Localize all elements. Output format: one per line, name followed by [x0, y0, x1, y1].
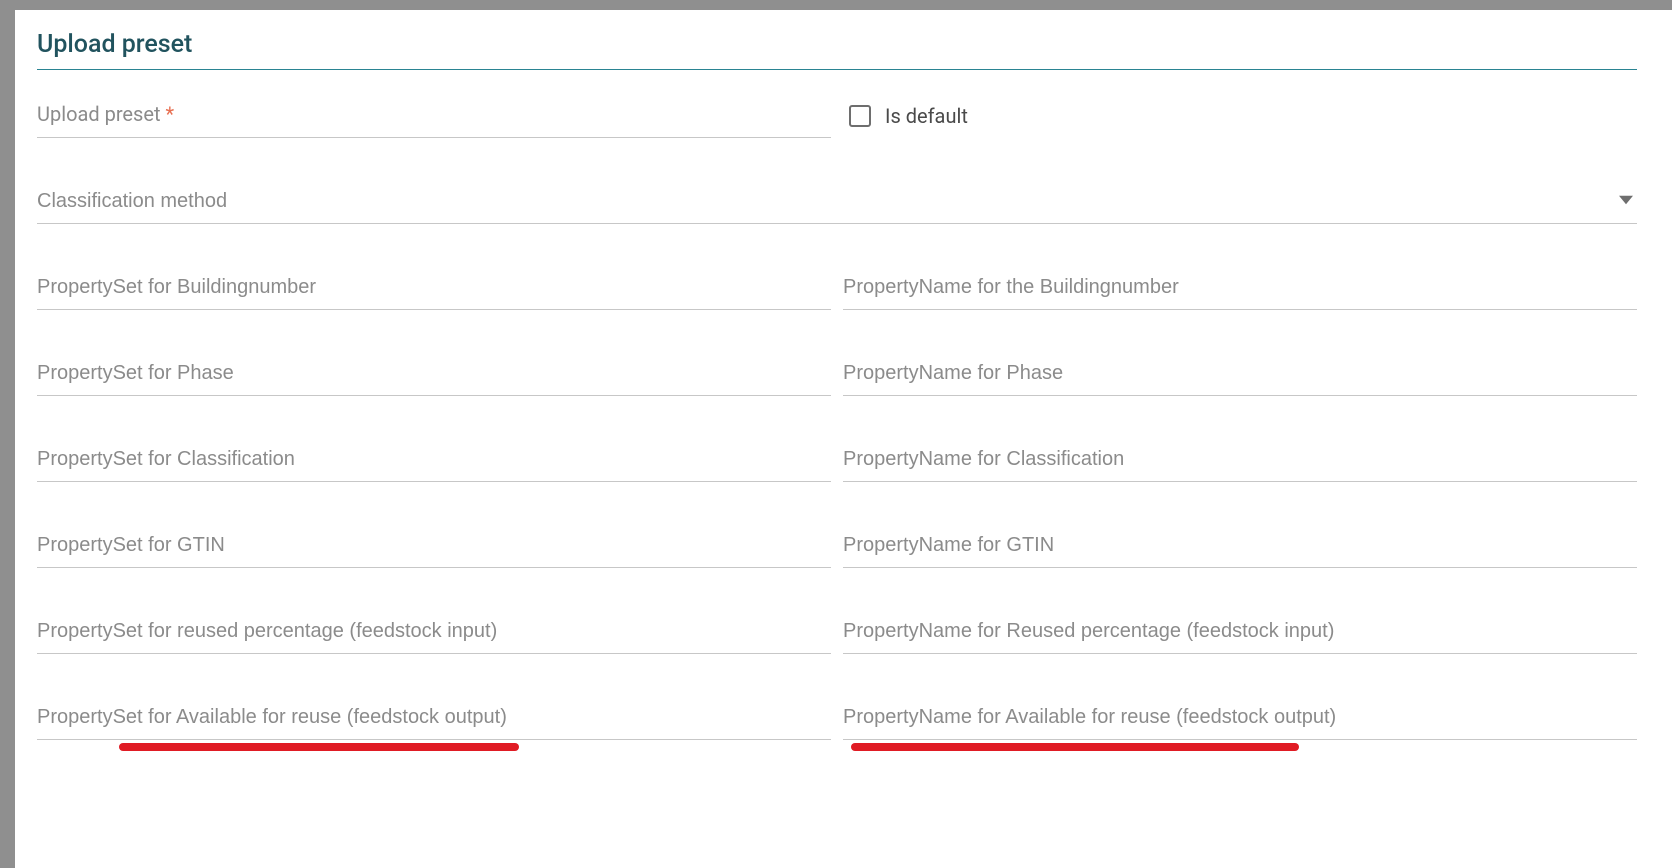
propertyset-gtin-input[interactable]	[37, 530, 831, 568]
annotation-underline-left	[119, 743, 519, 751]
row-classification-method	[37, 186, 1637, 224]
row-upload-preset: Upload preset * Is default	[37, 100, 1637, 138]
row-reused-percentage	[37, 616, 1637, 654]
is-default-checkbox[interactable]	[849, 105, 871, 127]
propertyset-buildingnumber-input[interactable]	[37, 272, 831, 310]
row-gtin	[37, 530, 1637, 568]
propertyname-reused-percentage-input[interactable]	[843, 616, 1637, 654]
propertyname-classification-input[interactable]	[843, 444, 1637, 482]
propertyname-phase-input[interactable]	[843, 358, 1637, 396]
classification-method-field	[37, 186, 1637, 224]
classification-method-select[interactable]	[37, 186, 1637, 224]
row-buildingnumber	[37, 272, 1637, 310]
propertyset-phase-input[interactable]	[37, 358, 831, 396]
propertyset-reused-percentage-input[interactable]	[37, 616, 831, 654]
is-default-label: Is default	[885, 104, 968, 128]
propertyset-classification-input[interactable]	[37, 444, 831, 482]
propertyname-gtin-input[interactable]	[843, 530, 1637, 568]
propertyset-available-for-reuse-input[interactable]	[37, 702, 831, 740]
row-available-for-reuse	[37, 702, 1637, 740]
upload-preset-dialog: Upload preset Upload preset * Is default	[15, 10, 1672, 868]
is-default-field: Is default	[843, 100, 1637, 128]
propertyname-available-for-reuse-input[interactable]	[843, 702, 1637, 740]
dialog-title: Upload preset	[37, 30, 1637, 70]
propertyname-buildingnumber-input[interactable]	[843, 272, 1637, 310]
annotation-underline-right	[851, 743, 1299, 751]
row-phase	[37, 358, 1637, 396]
form-body: Upload preset * Is default	[37, 100, 1637, 740]
upload-preset-input[interactable]	[37, 100, 831, 138]
upload-preset-field: Upload preset *	[37, 100, 831, 138]
row-classification	[37, 444, 1637, 482]
